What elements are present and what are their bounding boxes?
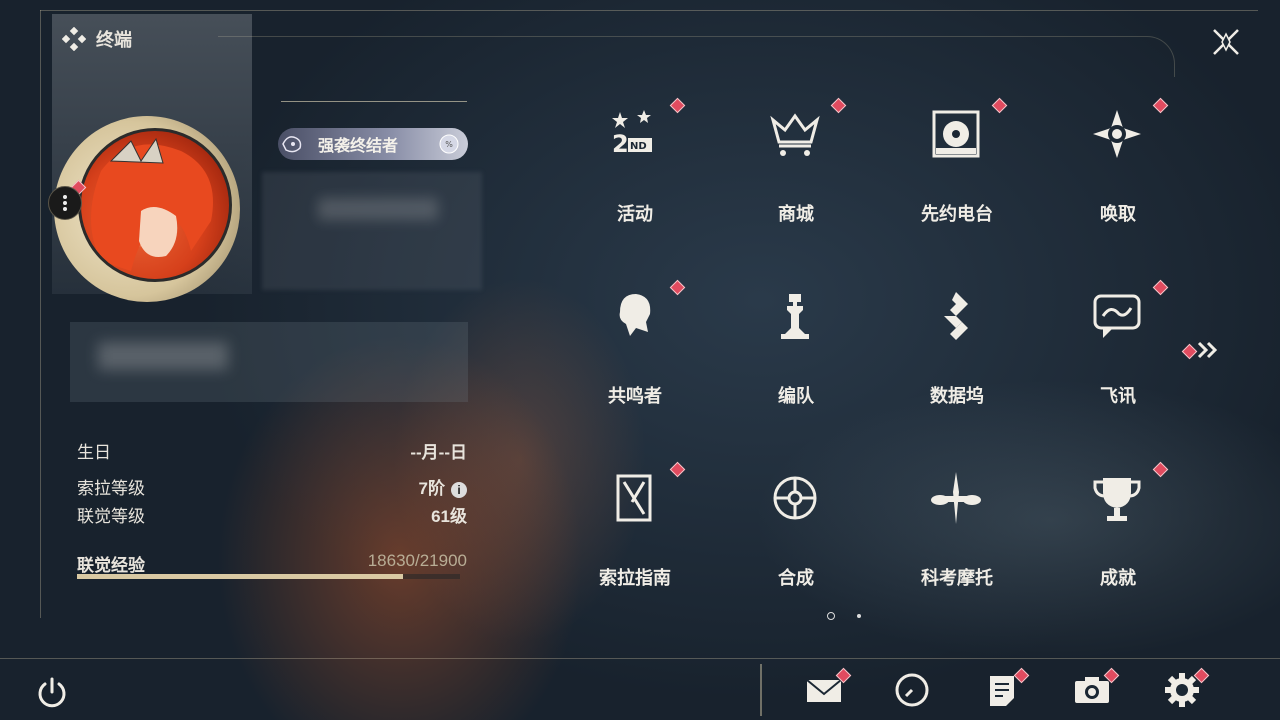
pagination: [827, 612, 861, 620]
menu-item-4[interactable]: 唤取: [1067, 92, 1169, 230]
menu-item-label: 成就: [1100, 568, 1136, 588]
camera-button[interactable]: [1072, 667, 1120, 710]
mail-button[interactable]: [804, 667, 852, 710]
birthday-label: 生日: [77, 443, 111, 462]
bottom-separator: [760, 664, 762, 716]
clock-icon: [895, 673, 929, 707]
player-title-badge[interactable]: 强袭终结者 %: [278, 128, 468, 160]
svg-text:2: 2: [612, 130, 629, 158]
exp-value: 18630/21900: [367, 551, 467, 570]
synthesis-icon: [767, 470, 823, 526]
title-gem-icon: %: [439, 134, 459, 154]
more-dots-icon: [63, 195, 67, 211]
divider: [281, 101, 467, 102]
menu-item-label: 编队: [778, 386, 814, 406]
radio-record-icon: [928, 106, 984, 162]
exp-progress-fill: [77, 574, 403, 579]
avatar[interactable]: [54, 116, 240, 302]
power-button[interactable]: [34, 674, 70, 710]
menu-item-6[interactable]: 编队: [745, 274, 847, 412]
menu-item-10[interactable]: 合成: [745, 456, 847, 594]
close-icon: [1213, 29, 1239, 55]
menu-item-3[interactable]: 先约电台: [906, 92, 1008, 230]
shop-crown-icon: [767, 106, 823, 162]
menu-item-label: 数据坞: [930, 386, 984, 406]
menu-item-label: 飞讯: [1100, 386, 1136, 406]
svg-text:%: %: [445, 140, 453, 149]
menu-item-9[interactable]: 索拉指南: [584, 456, 686, 594]
sola-level-label: 索拉等级: [77, 479, 145, 498]
menu-item-label: 唤取: [1100, 204, 1136, 224]
page-dot-2[interactable]: [857, 614, 861, 618]
info-row-exp: 联觉经验 18630/21900: [77, 551, 467, 576]
menu-item-label: 商城: [778, 204, 814, 224]
player-title-text: 强袭终结者: [318, 138, 399, 155]
notify-badge: [1152, 279, 1169, 296]
data-dock-icon: [928, 288, 984, 344]
double-chevron-right-icon: [1197, 341, 1218, 359]
player-signature-blurred: [70, 322, 468, 402]
svg-text:ND: ND: [630, 141, 647, 152]
frame-line-top: [40, 10, 1258, 11]
notify-badge: [1152, 97, 1169, 114]
next-page-notify-badge: [1181, 343, 1198, 360]
trophy-icon: [1089, 470, 1145, 526]
union-level-label: 联觉等级: [77, 507, 145, 526]
header: 终端: [62, 26, 132, 52]
menu-item-label: 活动: [617, 204, 653, 224]
dragon-emblem-icon: [282, 136, 302, 153]
message-bubble-icon: [1089, 288, 1145, 344]
menu-item-1[interactable]: 2 ND 活动: [584, 92, 686, 230]
close-button[interactable]: [1208, 24, 1244, 60]
frame-line-left: [40, 10, 41, 618]
menu-item-label: 共鸣者: [608, 386, 662, 406]
birthday-value: --月--日: [410, 443, 467, 462]
notify-badge: [669, 97, 686, 114]
menu-item-label: 合成: [778, 568, 814, 588]
chess-team-icon: [767, 288, 823, 344]
notify-badge: [991, 97, 1008, 114]
menu-item-7[interactable]: 数据坞: [906, 274, 1008, 412]
more-options-button[interactable]: [48, 186, 82, 220]
avatar-portrait: [78, 128, 232, 282]
menu-item-8[interactable]: 飞讯: [1067, 274, 1169, 412]
sola-level-value: 7阶: [418, 479, 445, 498]
menu-item-5[interactable]: 共鸣者: [584, 274, 686, 412]
notice-button[interactable]: [982, 667, 1030, 710]
exp-label: 联觉经验: [77, 556, 145, 575]
info-row-union-level: 联觉等级 61级: [77, 502, 467, 527]
compass-star-icon: [1089, 106, 1145, 162]
power-icon: [38, 677, 66, 708]
guide-book-icon: [606, 470, 662, 526]
menu-item-label: 科考摩托: [921, 568, 993, 588]
notify-badge: [1152, 461, 1169, 478]
notify-badge: [830, 97, 847, 114]
exp-progress-bar: [77, 574, 460, 579]
info-icon[interactable]: i: [451, 482, 467, 498]
menu-item-12[interactable]: 成就: [1067, 456, 1169, 594]
character-silhouette-icon: [606, 288, 662, 344]
bottom-divider: [0, 658, 1280, 659]
menu-item-2[interactable]: 商城: [745, 92, 847, 230]
player-name-blurred: [262, 172, 482, 290]
page-dot-1[interactable]: [827, 612, 835, 620]
clock-button[interactable]: [892, 670, 932, 710]
settings-button[interactable]: [1162, 667, 1210, 710]
notify-badge: [669, 461, 686, 478]
frame-decoration: [218, 36, 1175, 77]
next-page-button[interactable]: [1181, 338, 1222, 362]
menu-item-label: 索拉指南: [599, 568, 671, 588]
info-row-sola-level: 索拉等级 7阶 i: [77, 474, 467, 499]
page-title: 终端: [96, 30, 132, 50]
motorcycle-icon: [928, 470, 984, 526]
event-2nd-anniversary-icon: 2 ND: [606, 106, 662, 162]
menu-item-11[interactable]: 科考摩托: [906, 456, 1008, 594]
info-row-birthday: 生日 --月--日: [77, 438, 467, 463]
menu-item-label: 先约电台: [921, 204, 993, 224]
notify-badge: [669, 279, 686, 296]
terminal-icon: [62, 27, 86, 51]
union-level-value: 61级: [431, 507, 467, 526]
